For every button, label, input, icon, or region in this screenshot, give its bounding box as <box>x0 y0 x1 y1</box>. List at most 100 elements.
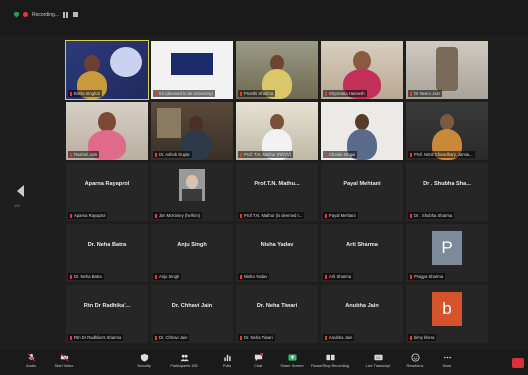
more-button[interactable]: More <box>432 353 462 368</box>
share-screen-button[interactable]: Share Screen <box>277 353 307 368</box>
participants-icon <box>179 354 189 362</box>
participant-name: IIS (deemed to be University) <box>153 90 216 97</box>
institution-logo <box>171 53 213 75</box>
participant-name: Shyamala Hareesh <box>323 90 367 97</box>
participant-name: Jim McKinley (he/him) <box>153 212 203 219</box>
participant-display-name: Aparna Rayaprol <box>84 181 130 187</box>
participant-name: Prof. T.N. Mathur (RDVV) <box>238 151 294 158</box>
start-video-button[interactable]: Start Video <box>49 353 79 368</box>
recording-label: Recording... <box>32 11 59 18</box>
chat-icon <box>254 353 263 362</box>
previous-page-arrow-icon[interactable] <box>17 185 24 197</box>
end-meeting-button[interactable] <box>512 358 524 368</box>
recording-indicator[interactable]: Recording... <box>14 9 78 20</box>
participant-tile[interactable]: Bimla Singhal <box>65 40 149 100</box>
participant-tile[interactable]: Anju Singh Anju Singh <box>151 224 233 282</box>
participant-display-name: Dr. Neha Tiwari <box>256 303 298 309</box>
participant-name: Arti Sharma <box>323 273 354 280</box>
live-transcript-button[interactable]: CC Live Transcript <box>363 353 393 368</box>
closed-caption-icon: CC <box>373 354 383 361</box>
participant-tile[interactable]: Nisha Yadav Nisha Yadav <box>236 224 318 282</box>
participant-display-name: Rtn Dr Radhika'... <box>83 303 131 309</box>
participant-tile[interactable]: Shyamala Hareesh <box>321 41 403 99</box>
participant-name: Dr. Ashok Gupta <box>153 151 192 158</box>
participants-label: Participants 155 <box>170 364 198 368</box>
participant-display-name: Prof.T.N. Mathu... <box>254 181 300 187</box>
participant-display-name: Anubha Jain <box>345 303 379 309</box>
participant-tile[interactable]: Preethi Sharma <box>236 41 318 99</box>
participant-tile[interactable]: Dr. Neha Tiwari Dr. Neha Tiwari <box>236 285 318 343</box>
share-screen-label: Share Screen <box>280 364 304 368</box>
participant-name: Dr . Shubha Sharma <box>408 212 455 219</box>
participant-tile[interactable]: Jim McKinley (he/him) <box>151 163 233 221</box>
participant-name: Aparna Rayaprol <box>68 212 108 219</box>
more-label: More <box>442 364 452 368</box>
participant-tile[interactable]: Prof. T.N. Mathur (RDVV) <box>236 102 318 160</box>
participant-tile[interactable]: Prof. Nimit Chowdhary, Jamia... <box>406 102 488 160</box>
pause-stop-recording-button[interactable]: Pause/Stop Recording <box>310 353 350 368</box>
participant-tile[interactable]: Anubha Jain Anubha Jain <box>321 285 403 343</box>
profile-photo <box>179 169 205 201</box>
security-button[interactable]: Security <box>129 353 159 368</box>
more-dots-icon <box>443 356 451 359</box>
polls-button[interactable]: Polls <box>212 353 242 368</box>
participant-display-name: Dr. Chhavi Jain <box>171 303 213 309</box>
participant-name: Dr. Neha Batra <box>68 273 104 280</box>
audio-label: Audio <box>26 364 36 368</box>
shield-icon[interactable] <box>14 11 19 18</box>
participant-tile[interactable]: Dr . Shubha Sha... Dr . Shubha Sharma <box>406 163 488 221</box>
reactions-button[interactable]: Reactions <box>400 353 430 368</box>
participant-tile[interactable]: Rtn Dr Radhika'... Rtn Dr Radhika's Shar… <box>66 285 148 343</box>
reactions-label: Reactions <box>406 364 424 368</box>
participant-name: Anubha Jain <box>323 334 355 341</box>
stop-icon[interactable] <box>72 12 78 17</box>
pause-icon[interactable] <box>62 11 69 18</box>
video-off-icon <box>60 353 68 362</box>
participant-display-name: Nisha Yadav <box>260 242 294 248</box>
participant-display-name: Payal Mehtani <box>343 181 381 187</box>
participant-tile[interactable]: Dr. Chhavi Jain Dr. Chhavi Jain <box>151 285 233 343</box>
participant-tile[interactable]: Dr. Neha Batra Dr. Neha Batra <box>66 224 148 282</box>
avatar: P <box>432 231 462 265</box>
participant-display-name: Anju Singh <box>177 242 207 248</box>
participant-name: Anju Singh <box>153 273 182 280</box>
participant-name: Prof. Nimit Chowdhary, Jamia... <box>408 151 475 158</box>
shield-icon <box>140 353 148 362</box>
pause-stop-icon <box>325 354 335 361</box>
smiley-icon <box>410 353 420 362</box>
participant-name: Rtn Dr Radhika's Sharma <box>68 334 124 341</box>
participant-tile[interactable]: Prof.T.N. Mathu... Prof.T.N. Mathur (is … <box>236 163 318 221</box>
participant-tile[interactable]: P Pragya Sharma <box>406 224 488 282</box>
participant-name: Chetan Singai <box>323 151 358 158</box>
participant-tile[interactable]: IIS (deemed to be University) <box>151 41 233 99</box>
audio-button[interactable]: Audio <box>16 353 46 368</box>
polls-label: Polls <box>222 364 232 368</box>
participant-display-name: Dr. Neha Batra <box>87 242 127 248</box>
participant-tile[interactable]: Dr. Ashok Gupta <box>151 102 233 160</box>
live-transcript-label: Live Transcript <box>365 364 391 368</box>
participant-name: Preethi Sharma <box>238 90 276 97</box>
page-indicator: 1/5 <box>14 203 20 208</box>
chat-button[interactable]: Chat <box>243 353 273 368</box>
participant-display-name: Dr . Shubha Sha... <box>423 181 471 187</box>
participant-name: bimy khera <box>408 334 437 341</box>
polls-icon <box>223 354 231 362</box>
participant-name: Pragya Sharma <box>408 273 446 280</box>
logo-emblem <box>110 47 142 77</box>
pause-stop-recording-label: Pause/Stop Recording <box>311 364 349 368</box>
participant-tile[interactable]: Dr Neeru Jain <box>406 41 488 99</box>
participant-name: Bimla Singhal <box>68 90 102 97</box>
participant-tile[interactable]: Chetan Singai <box>321 102 403 160</box>
participant-name: Payal Mehtani <box>323 212 358 219</box>
participant-tile[interactable]: Rashmi Jain <box>66 102 148 160</box>
avatar: b <box>432 292 462 326</box>
meeting-topbar: Recording... <box>0 0 528 36</box>
participant-name: Prof.T.N. Mathur (is deemed t... <box>238 212 305 219</box>
participant-tile[interactable]: Aparna Rayaprol Aparna Rayaprol <box>66 163 148 221</box>
participant-tile[interactable]: b bimy khera <box>406 285 488 343</box>
participants-button[interactable]: Participants 155 <box>169 353 199 368</box>
svg-text:CC: CC <box>376 356 381 360</box>
participant-tile[interactable]: Payal Mehtani Payal Mehtani <box>321 163 403 221</box>
participant-tile[interactable]: Arti Sharma Arti Sharma <box>321 224 403 282</box>
participant-display-name: Arti Sharma <box>346 242 378 248</box>
